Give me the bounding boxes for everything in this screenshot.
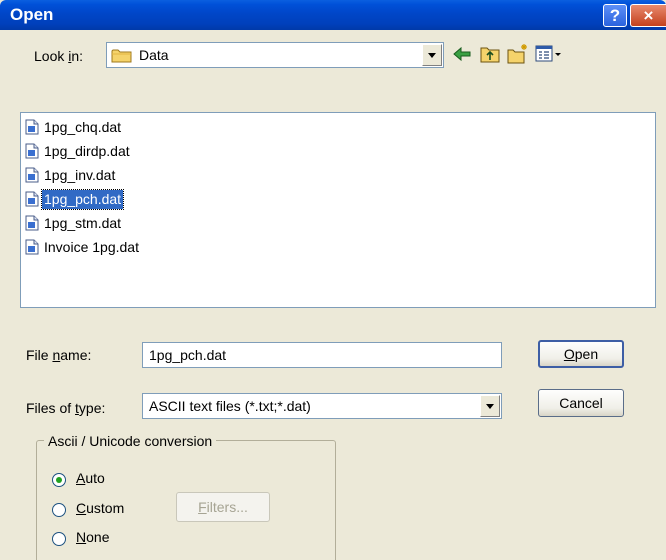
view-menu-icon[interactable] — [534, 42, 564, 66]
radio-none-label[interactable]: None — [76, 529, 109, 545]
file-name-text: 1pg_stm.dat — [44, 214, 122, 231]
open-dialog: Open ? × Look in: Data 1pg_chq.dat 1pg_di… — [0, 0, 666, 560]
file-name-text: Invoice 1pg.dat — [44, 238, 139, 255]
new-folder-icon[interactable] — [506, 42, 530, 66]
file-name-text: 1pg_chq.dat — [44, 118, 122, 135]
up-folder-icon[interactable] — [478, 42, 502, 66]
look-in-dropdown[interactable]: Data — [106, 42, 444, 68]
file-name-text: 1pg_pch.dat — [40, 188, 125, 210]
look-in-label: Look in: — [34, 48, 84, 64]
chevron-down-icon — [428, 53, 436, 58]
data-file-icon — [25, 239, 39, 255]
close-icon: × — [643, 6, 654, 25]
data-file-icon — [25, 143, 39, 159]
file-list-item[interactable]: Invoice 1pg.dat — [25, 237, 141, 257]
file-list-item[interactable]: 1pg_chq.dat — [25, 117, 123, 137]
open-button[interactable]: Open — [538, 340, 624, 368]
radio-auto-label[interactable]: Auto — [76, 470, 105, 486]
dialog-title: Open — [10, 5, 54, 24]
data-file-icon — [25, 167, 39, 183]
chevron-down-icon — [486, 404, 494, 409]
radio-none[interactable] — [52, 532, 66, 546]
data-file-icon — [25, 215, 39, 231]
cancel-button[interactable]: Cancel — [538, 389, 624, 417]
data-file-icon — [25, 119, 39, 135]
radio-auto[interactable] — [52, 473, 66, 487]
file-list-item[interactable]: 1pg_stm.dat — [25, 213, 123, 233]
file-list-item[interactable]: 1pg_dirdp.dat — [25, 141, 132, 161]
title-bar[interactable]: Open ? × — [0, 0, 666, 30]
conversion-group-title: Ascii / Unicode conversion — [44, 433, 217, 449]
look-in-value: Data — [139, 47, 169, 63]
help-icon: ? — [609, 6, 621, 25]
help-button[interactable]: ? — [603, 4, 627, 27]
file-name-text: 1pg_inv.dat — [44, 166, 116, 183]
file-list-item[interactable]: 1pg_inv.dat — [25, 165, 117, 185]
file-name-label: File name: — [26, 347, 92, 363]
look-in-dropdown-button[interactable] — [422, 44, 442, 66]
back-icon[interactable] — [450, 42, 474, 66]
file-list[interactable]: 1pg_chq.dat 1pg_dirdp.dat 1pg_inv.dat 1pg_p… — [20, 112, 656, 308]
file-name-text: 1pg_dirdp.dat — [44, 142, 130, 159]
radio-custom-label[interactable]: Custom — [76, 500, 124, 516]
file-type-dropdown[interactable]: ASCII text files (*.txt;*.dat) — [142, 393, 502, 419]
file-name-input[interactable]: 1pg_pch.dat — [142, 342, 502, 368]
file-type-dropdown-button[interactable] — [480, 395, 500, 417]
close-button[interactable]: × — [630, 4, 666, 27]
radio-custom[interactable] — [52, 503, 66, 517]
file-type-value: ASCII text files (*.txt;*.dat) — [149, 398, 311, 414]
file-type-label: Files of type: — [26, 400, 106, 416]
file-list-item[interactable]: 1pg_pch.dat — [25, 188, 125, 210]
filters-button[interactable]: Filters... — [176, 492, 270, 522]
data-file-icon — [25, 191, 39, 207]
folder-icon — [111, 49, 132, 63]
